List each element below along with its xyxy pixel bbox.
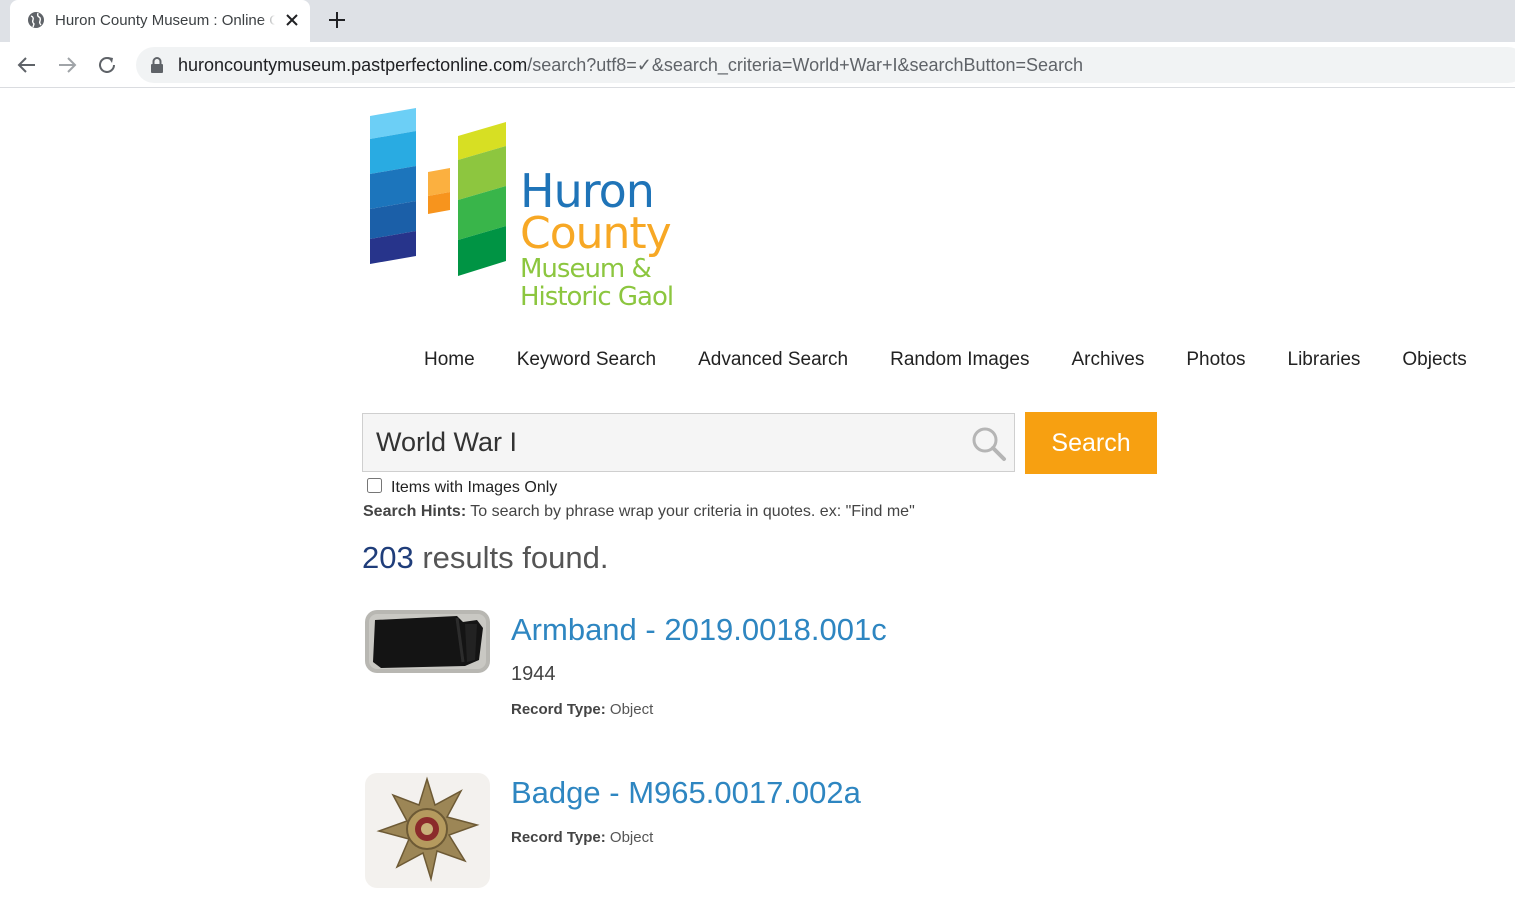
search-icon[interactable]: [970, 425, 1008, 463]
images-only-label: Items with Images Only: [391, 479, 558, 496]
url-path: /search?utf8=✓&search_criteria=World+War…: [527, 55, 1084, 75]
badge-thumbnail[interactable]: [365, 773, 490, 888]
nav-objects[interactable]: Objects: [1381, 349, 1487, 371]
logo-mark-icon: [370, 108, 506, 276]
reload-icon[interactable]: [96, 54, 118, 76]
logo-text-museum: Museum &: [520, 254, 652, 284]
main-nav: Home Keyword Search Advanced Search Rand…: [403, 349, 1488, 371]
url-host: huroncountymuseum.pastperfectonline.com: [178, 55, 528, 75]
logo-text-gaol: Historic Gaol: [520, 282, 674, 312]
browser-tab[interactable]: Huron County Museum : Online Collections: [10, 0, 310, 42]
nav-archives[interactable]: Archives: [1051, 349, 1166, 371]
record-type-label: Record Type:: [511, 829, 606, 846]
record-type-label: Record Type:: [511, 701, 606, 718]
result-title[interactable]: Armband - 2019.0018.001c: [511, 612, 887, 648]
record-type-value: Object: [609, 829, 654, 846]
back-arrow-icon[interactable]: [16, 54, 38, 76]
search-box: [362, 413, 1015, 472]
tab-title: Huron County Museum : Online Collections: [55, 12, 275, 29]
nav-photos[interactable]: Photos: [1165, 349, 1266, 371]
result-item: Armband - 2019.0018.001c 1944 Record Typ…: [365, 610, 1265, 730]
close-icon[interactable]: [282, 10, 302, 30]
search-input[interactable]: [363, 414, 963, 471]
plus-icon[interactable]: [327, 10, 347, 30]
result-record-type: Record Type: Object: [511, 829, 653, 846]
nav-keyword-search[interactable]: Keyword Search: [496, 349, 677, 371]
nav-random-images[interactable]: Random Images: [869, 349, 1050, 371]
logo-text-county: County: [520, 208, 672, 259]
result-title[interactable]: Badge - M965.0017.002a: [511, 775, 861, 811]
lock-icon: [151, 57, 163, 73]
results-count: 203 results found.: [362, 540, 608, 576]
nav-home[interactable]: Home: [403, 349, 496, 371]
armband-thumbnail[interactable]: [365, 610, 490, 673]
results-count-suffix: results found.: [422, 540, 609, 575]
result-item: Badge - M965.0017.002a Record Type: Obje…: [365, 773, 1265, 893]
museum-logo[interactable]: Huron County Museum & Historic Gaol: [366, 106, 674, 316]
nav-libraries[interactable]: Libraries: [1267, 349, 1382, 371]
result-date: 1944: [511, 663, 556, 685]
search-hints-label: Search Hints:: [363, 503, 467, 520]
images-only-checkbox[interactable]: [367, 478, 382, 493]
result-record-type: Record Type: Object: [511, 701, 653, 718]
nav-advanced-search[interactable]: Advanced Search: [677, 349, 869, 371]
record-type-value: Object: [609, 701, 654, 718]
address-bar[interactable]: huroncountymuseum.pastperfectonline.com/…: [136, 47, 1515, 83]
browser-tabstrip: Huron County Museum : Online Collections: [0, 0, 1515, 42]
forward-arrow-icon[interactable]: [56, 54, 78, 76]
url-text[interactable]: huroncountymuseum.pastperfectonline.com/…: [178, 55, 1083, 76]
globe-icon: [28, 12, 44, 28]
results-count-number: 203: [362, 540, 414, 575]
search-hints-text: To search by phrase wrap your criteria i…: [470, 503, 915, 520]
search-button[interactable]: Search: [1025, 412, 1157, 474]
browser-toolbar: huroncountymuseum.pastperfectonline.com/…: [0, 42, 1515, 88]
search-hints: Search Hints: To search by phrase wrap y…: [363, 503, 915, 521]
